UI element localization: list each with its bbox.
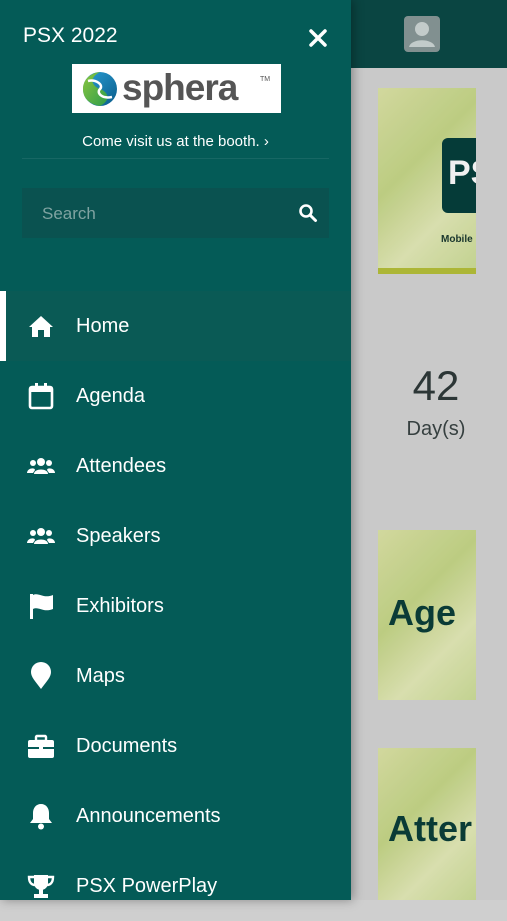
nav-item-agenda[interactable]: Agenda bbox=[0, 361, 351, 431]
nav-item-attendees[interactable]: Attendees bbox=[0, 431, 351, 501]
nav-item-maps[interactable]: Maps bbox=[0, 641, 351, 711]
flag-icon bbox=[30, 594, 53, 619]
nav-item-label: Exhibitors bbox=[76, 595, 164, 617]
users-icon bbox=[27, 458, 55, 474]
calendar-icon bbox=[28, 383, 54, 410]
nav-item-documents[interactable]: Documents bbox=[0, 711, 351, 781]
nav-menu: Home Agenda Attendees Speakers Exhibitor… bbox=[0, 291, 351, 921]
nav-item-exhibitors[interactable]: Exhibitors bbox=[0, 571, 351, 641]
nav-item-label: Maps bbox=[76, 665, 125, 687]
close-icon bbox=[309, 29, 327, 47]
search-input[interactable] bbox=[40, 188, 284, 240]
nav-item-speakers[interactable]: Speakers bbox=[0, 501, 351, 571]
sphera-logo-icon bbox=[83, 72, 117, 106]
event-title: PSX 2022 bbox=[23, 24, 118, 47]
nav-item-psx-powerplay[interactable]: PSX PowerPlay bbox=[0, 851, 351, 921]
divider bbox=[22, 158, 329, 159]
nav-item-label: Home bbox=[76, 315, 130, 337]
trophy-icon bbox=[27, 875, 55, 898]
nav-item-home[interactable]: Home bbox=[0, 291, 351, 361]
booth-link[interactable]: Come visit us at the booth. › bbox=[0, 133, 351, 150]
nav-item-label: Announcements bbox=[76, 805, 221, 827]
nav-item-label: Documents bbox=[76, 735, 178, 757]
nav-item-label: Speakers bbox=[76, 525, 161, 547]
sponsor-logo[interactable]: sphera TM bbox=[72, 64, 281, 113]
logo-trademark: TM bbox=[260, 76, 271, 83]
logo-text: sphera bbox=[122, 67, 238, 108]
nav-item-label: Attendees bbox=[76, 455, 167, 477]
home-icon bbox=[29, 316, 53, 337]
bell-icon bbox=[30, 804, 52, 830]
navigation-drawer: PSX 2022 sphera TM Come visit us at the … bbox=[0, 0, 351, 900]
search-icon[interactable] bbox=[298, 203, 318, 223]
nav-item-label: Agenda bbox=[76, 385, 145, 407]
search-box bbox=[22, 188, 329, 240]
users-icon bbox=[27, 528, 55, 544]
briefcase-icon bbox=[28, 734, 54, 758]
close-button[interactable] bbox=[302, 22, 334, 54]
nav-item-announcements[interactable]: Announcements bbox=[0, 781, 351, 851]
nav-item-label: PSX PowerPlay bbox=[76, 875, 218, 897]
map-pin-icon bbox=[31, 662, 51, 689]
